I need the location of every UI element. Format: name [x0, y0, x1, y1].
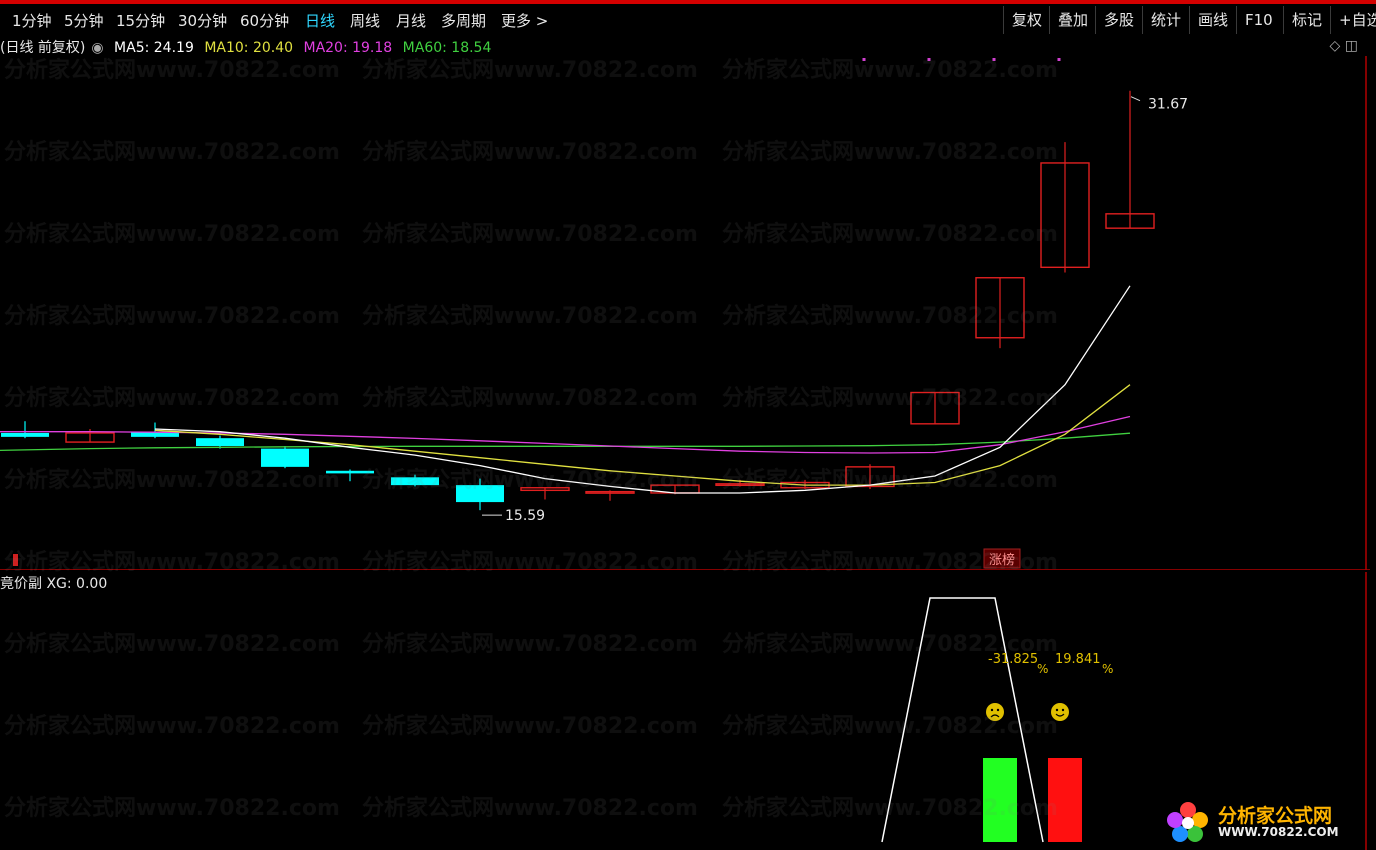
top-marker-dot	[1057, 58, 1061, 61]
limit-up-tag: 涨榜	[989, 552, 1015, 568]
signal-bar	[983, 758, 1017, 842]
high-price-label: 31.67	[1148, 97, 1188, 113]
candle-body	[391, 477, 439, 486]
period-weekly[interactable]: 周线	[350, 10, 380, 31]
low-price-label: 15.59	[505, 508, 545, 524]
chart-mode-label[interactable]: (日线 前复权)	[0, 40, 85, 56]
top-marker-dot	[927, 58, 931, 61]
ma10-label: MA10: 20.40	[204, 40, 294, 56]
panel-toggle-icon[interactable]: ◫	[1345, 38, 1358, 54]
candle-body	[196, 438, 244, 446]
sad-face-icon	[986, 703, 1004, 721]
mark-button[interactable]: 标记	[1283, 6, 1330, 34]
percent-label-2: %	[1102, 662, 1113, 676]
candle-body	[326, 470, 374, 474]
period-5min[interactable]: 5分钟	[64, 10, 104, 31]
ma20-label: MA20: 19.18	[303, 40, 393, 56]
period-15min[interactable]: 15分钟	[116, 10, 165, 31]
toolbar: 1分钟 5分钟 15分钟 30分钟 60分钟 日线 周线 月线 多周期 更多 >…	[0, 6, 1376, 34]
period-1min[interactable]: 1分钟	[12, 10, 52, 31]
happy-face-icon-eye	[1061, 708, 1065, 712]
ladder-line	[881, 597, 1044, 843]
draw-line-button[interactable]: 画线	[1189, 6, 1236, 34]
multi-stock-button[interactable]: 多股	[1095, 6, 1142, 34]
restore-rights-button[interactable]: 复权	[1003, 6, 1050, 34]
candle-body	[1, 432, 49, 437]
left-marker	[13, 554, 18, 566]
percent-label-1: %	[1037, 662, 1048, 676]
high-pointer	[1130, 96, 1141, 102]
top-marker-dot	[992, 58, 996, 61]
ma60-label: MA60: 18.54	[402, 40, 492, 56]
happy-face-icon	[1051, 703, 1069, 721]
happy-face-icon-eye	[1055, 708, 1059, 712]
top-accent-line	[0, 0, 1376, 4]
candle-body	[456, 485, 504, 503]
period-multi[interactable]: 多周期	[441, 10, 486, 31]
add-watchlist-button[interactable]: +自选	[1330, 6, 1376, 34]
period-30min[interactable]: 30分钟	[178, 10, 227, 31]
logo-url: WWW.70822.COM	[1218, 825, 1339, 839]
period-daily[interactable]: 日线	[305, 10, 335, 31]
flower-logo-icon	[1167, 802, 1208, 842]
top-marker-dot	[862, 58, 866, 61]
main-candlestick-chart[interactable]: 31.67 15.59 涨榜	[0, 56, 1376, 570]
main-indicator-info: (日线 前复权) ◉ MA5: 24.19 MA10: 20.40 MA20: 1…	[0, 37, 497, 57]
period-more[interactable]: 更多 >	[501, 10, 548, 31]
ma5-label: MA5: 24.19	[114, 40, 194, 56]
period-60min[interactable]: 60分钟	[240, 10, 289, 31]
diamond-icon[interactable]: ◇	[1330, 38, 1341, 54]
sad-face-icon-eye	[996, 708, 1000, 712]
candle-body	[261, 448, 309, 467]
panel-icons: ◇ ◫	[1330, 38, 1358, 54]
f10-button[interactable]: F10	[1236, 6, 1281, 34]
logo-title: 分析家公式网	[1218, 805, 1333, 827]
settings-gear-icon[interactable]: ◉	[91, 40, 103, 56]
period-monthly[interactable]: 月线	[396, 10, 426, 31]
sad-face-icon-eye	[990, 708, 994, 712]
statistics-button[interactable]: 统计	[1142, 6, 1189, 34]
site-logo: 分析家公式网 WWW.70822.COM	[1162, 798, 1368, 844]
signal-bar	[1048, 758, 1082, 842]
value-label-2: 19.841	[1055, 652, 1101, 667]
value-label-1: -31.825	[988, 652, 1038, 667]
overlay-button[interactable]: 叠加	[1049, 6, 1096, 34]
